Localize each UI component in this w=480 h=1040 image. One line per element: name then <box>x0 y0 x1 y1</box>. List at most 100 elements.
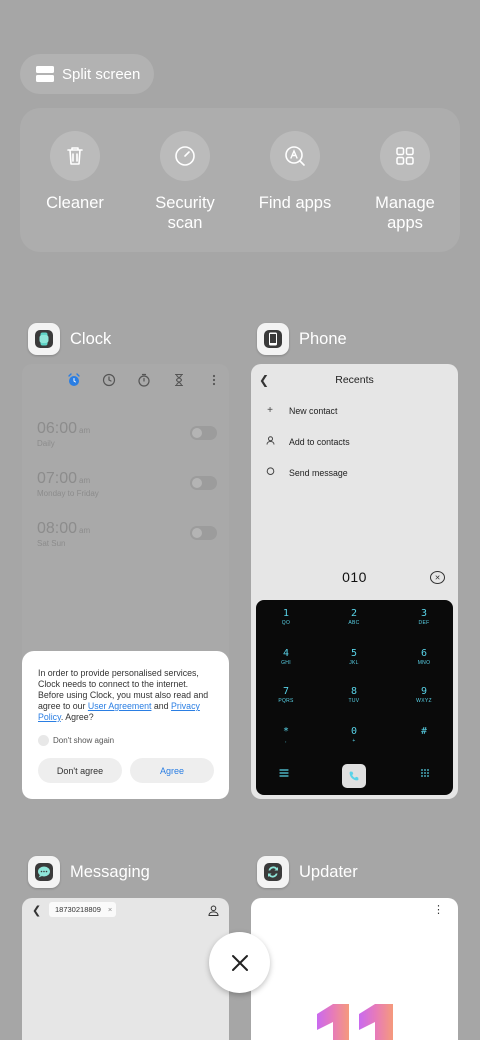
phone-app-name: Phone <box>299 329 347 348</box>
miui-version-logo <box>317 1004 393 1040</box>
key-hash[interactable]: # <box>404 726 444 738</box>
alarm-item[interactable]: 07:00 am Monday to Friday <box>37 470 217 498</box>
key-0[interactable]: 0 + <box>334 726 374 744</box>
messaging-app-card[interactable]: ❮ 18730218809 × <box>22 898 229 1040</box>
contact-icon[interactable] <box>208 903 219 921</box>
alarm-item[interactable]: 08:00 am Sat Sun <box>37 520 217 548</box>
dont-show-again-checkbox[interactable] <box>38 735 49 746</box>
security-scan-button[interactable]: Security scan <box>130 131 240 233</box>
search-apps-icon <box>270 131 320 181</box>
user-agreement-link[interactable]: User Agreement <box>88 701 152 711</box>
dial-keypad: 1 QO 2 ABC 3 DEF 4 GHI 5 JKL 6 MNO 7 PQRS 8 TUV … <box>256 600 453 795</box>
clock-app-header[interactable]: Clock <box>28 323 111 355</box>
phone-app-header[interactable]: Phone <box>257 323 347 355</box>
security-scan-label: Security scan <box>155 194 215 232</box>
key-4[interactable]: 4 GHI <box>266 648 306 666</box>
find-apps-button[interactable]: Find apps <box>240 131 350 213</box>
phone-app-card[interactable]: ❮ Recents + New contact Add to contacts … <box>251 364 458 799</box>
messaging-app-icon <box>28 856 60 888</box>
split-screen-icon <box>36 66 54 82</box>
add-to-contacts-label: Add to contacts <box>289 437 350 447</box>
messaging-app-header[interactable]: Messaging <box>28 856 150 888</box>
phone-app-icon <box>257 323 289 355</box>
key-9[interactable]: 9 WXYZ <box>404 686 444 704</box>
manage-apps-label: Manage apps <box>375 194 435 232</box>
alarm-item[interactable]: 06:00 am Daily <box>37 420 217 448</box>
key-7[interactable]: 7 PQRS <box>266 686 306 704</box>
updater-app-name: Updater <box>299 862 358 881</box>
alarm-repeat: Sat Sun <box>37 539 66 548</box>
trash-icon <box>50 131 100 181</box>
clock-app-name: Clock <box>70 329 112 348</box>
timer-tab-icon[interactable] <box>171 372 187 388</box>
clock-tab-bar <box>66 372 222 388</box>
updater-app-header[interactable]: Updater <box>257 856 358 888</box>
tools-panel: Cleaner Security scan Find apps Manage a… <box>20 108 460 252</box>
key-1[interactable]: 1 QO <box>266 608 306 626</box>
phone-top-bar: ❮ Recents <box>251 364 458 396</box>
find-apps-label: Find apps <box>258 194 332 212</box>
phone-page-title: Recents <box>335 374 374 386</box>
alarm-time: 06:00 <box>37 420 78 437</box>
more-options-icon[interactable] <box>206 372 222 388</box>
clock-app-card[interactable]: 06:00 am Daily 07:00 am Monday to Friday 0… <box>22 364 229 799</box>
alarm-time: 08:00 <box>37 520 78 537</box>
alarm-toggle[interactable] <box>190 476 217 490</box>
manage-apps-button[interactable]: Manage apps <box>350 131 460 233</box>
alarm-toggle[interactable] <box>190 426 217 440</box>
dialog-message: In order to provide personalised service… <box>38 668 209 722</box>
new-contact-item[interactable]: + New contact <box>265 405 337 416</box>
key-5[interactable]: 5 JKL <box>334 648 374 666</box>
person-icon <box>265 436 275 448</box>
alarm-tab-icon[interactable] <box>66 372 82 388</box>
alarm-repeat: Monday to Friday <box>37 489 99 498</box>
alarm-toggle[interactable] <box>190 526 217 540</box>
updater-app-icon <box>257 856 289 888</box>
dont-show-again-label: Don't show again <box>53 736 115 745</box>
send-message-label: Send message <box>289 468 348 478</box>
key-6[interactable]: 6 MNO <box>404 648 444 666</box>
key-8[interactable]: 8 TUV <box>334 686 374 704</box>
cleaner-label: Cleaner <box>46 194 104 212</box>
call-button[interactable] <box>342 764 366 788</box>
dont-agree-button[interactable]: Don't agree <box>38 758 122 783</box>
backspace-icon[interactable]: ✕ <box>430 571 445 584</box>
plus-icon: + <box>267 405 273 416</box>
close-icon <box>231 954 248 971</box>
more-options-icon[interactable]: ⋮ <box>433 903 444 916</box>
updater-app-card[interactable]: ⋮ <box>251 898 458 1040</box>
split-screen-button[interactable]: Split screen <box>20 54 154 94</box>
dialpad-toggle-icon[interactable] <box>420 765 430 783</box>
key-star[interactable]: *, <box>266 726 306 744</box>
message-icon <box>265 467 275 479</box>
stopwatch-tab-icon[interactable] <box>136 372 152 388</box>
cleaner-button[interactable]: Cleaner <box>20 131 130 213</box>
recipient-number: 18730218809 <box>55 905 101 914</box>
send-message-item[interactable]: Send message <box>265 467 348 479</box>
alarm-repeat: Daily <box>37 439 55 448</box>
gauge-icon <box>160 131 210 181</box>
add-to-contacts-item[interactable]: Add to contacts <box>265 436 350 448</box>
back-arrow-icon[interactable]: ❮ <box>32 904 41 917</box>
messaging-app-name: Messaging <box>70 862 150 881</box>
clock-app-icon <box>28 323 60 355</box>
dialed-number: 010 <box>342 569 367 585</box>
alarm-ampm: am <box>79 476 91 485</box>
alarm-ampm: am <box>79 526 91 535</box>
remove-recipient-icon[interactable]: × <box>108 905 112 914</box>
internet-permission-dialog: In order to provide personalised service… <box>22 651 229 799</box>
menu-icon[interactable] <box>279 765 289 783</box>
grid-icon <box>380 131 430 181</box>
world-clock-tab-icon[interactable] <box>101 372 117 388</box>
clear-all-button[interactable] <box>209 932 270 993</box>
split-screen-label: Split screen <box>62 65 141 83</box>
new-contact-label: New contact <box>289 405 338 416</box>
alarm-ampm: am <box>79 426 91 435</box>
key-2[interactable]: 2 ABC <box>334 608 374 626</box>
recipient-chip[interactable]: 18730218809 × <box>49 902 117 917</box>
key-3[interactable]: 3 DEF <box>404 608 444 626</box>
dont-show-again-option[interactable]: Don't show again <box>38 735 214 746</box>
alarm-time: 07:00 <box>37 470 78 487</box>
agree-button[interactable]: Agree <box>130 758 214 783</box>
phone-call-icon <box>349 771 359 781</box>
